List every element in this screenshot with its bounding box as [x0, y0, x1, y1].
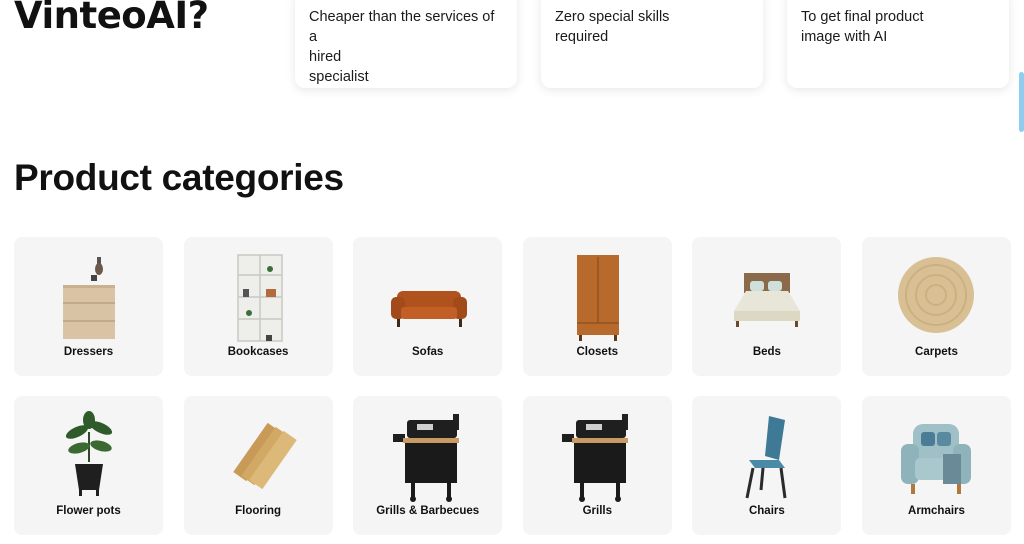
hero-title: VinteoAI?	[14, 0, 209, 37]
category-card-grills[interactable]: Grills	[522, 396, 672, 535]
sofa-icon	[353, 249, 502, 345]
category-label: Flooring	[235, 505, 282, 517]
dresser-icon	[14, 249, 163, 345]
category-label: Grills & Barbecues	[376, 505, 480, 517]
carpet-icon	[862, 249, 1011, 345]
flower-pot-icon	[14, 408, 163, 504]
category-label: Sofas	[412, 346, 444, 358]
category-label: Dressers	[63, 346, 114, 358]
grill-icon	[523, 408, 672, 504]
bookcase-icon	[184, 249, 333, 345]
category-grid: Dressers Bookcases Sofas Closets Beds Ca…	[14, 237, 1011, 535]
feature-card-cheaper: Cheaper than the services of a hired spe…	[295, 0, 517, 88]
category-label: Flower pots	[56, 505, 121, 517]
category-card-flower-pots[interactable]: Flower pots	[14, 396, 163, 535]
flooring-icon	[184, 408, 333, 504]
feature-card-final-image: To get final product image with AI	[787, 0, 1009, 88]
category-label: Chairs	[748, 505, 785, 517]
chair-icon	[692, 408, 841, 504]
feature-text: Zero special skills required	[555, 9, 670, 45]
category-label: Armchairs	[908, 505, 965, 517]
category-label: Bookcases	[227, 346, 289, 358]
armchair-icon	[862, 408, 1011, 504]
category-card-armchairs[interactable]: Armchairs	[861, 396, 1011, 535]
feature-card-no-skills: Zero special skills required	[541, 0, 763, 88]
category-card-carpets[interactable]: Carpets	[861, 237, 1011, 376]
category-card-closets[interactable]: Closets	[522, 237, 672, 376]
category-card-sofas[interactable]: Sofas	[353, 237, 503, 376]
section-title: Product categories	[14, 157, 344, 198]
closet-icon	[523, 249, 672, 345]
category-card-beds[interactable]: Beds	[692, 237, 842, 376]
bed-icon	[692, 249, 841, 345]
category-label: Carpets	[915, 346, 958, 358]
category-card-flooring[interactable]: Flooring	[183, 396, 333, 535]
category-card-dressers[interactable]: Dressers	[14, 237, 163, 376]
scrollbar-thumb[interactable]	[1019, 72, 1024, 132]
category-label: Closets	[576, 346, 619, 358]
category-card-bookcases[interactable]: Bookcases	[183, 237, 333, 376]
category-label: Grills	[582, 505, 612, 517]
feature-text: Cheaper than the services of a hired spe…	[309, 9, 495, 85]
category-card-grills-barbecues[interactable]: Grills & Barbecues	[353, 396, 503, 535]
category-card-chairs[interactable]: Chairs	[692, 396, 842, 535]
grill-barbecue-icon	[353, 408, 502, 504]
category-label: Beds	[752, 346, 781, 358]
feature-text: To get final product image with AI	[801, 9, 924, 45]
